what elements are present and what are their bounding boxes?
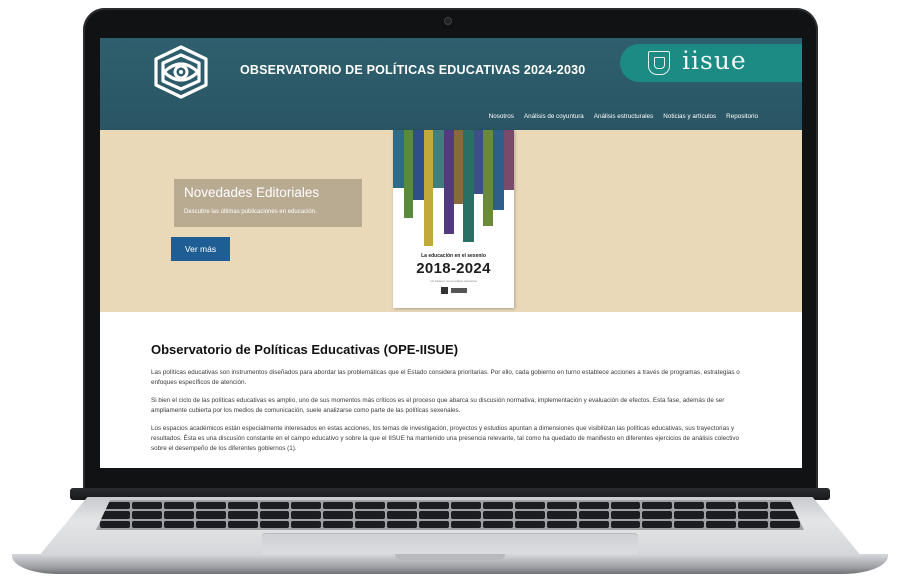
keyboard-key <box>195 511 226 519</box>
keyboard-key <box>323 520 354 528</box>
unam-crest-icon <box>648 51 670 75</box>
keyboard-key <box>450 511 481 519</box>
keyboard-key <box>450 520 481 528</box>
keyboard-key <box>578 520 609 528</box>
keyboard-key <box>195 520 226 528</box>
keyboard-key <box>770 520 800 528</box>
hero-title: Novedades Editoriales <box>184 185 320 200</box>
keyboard-key <box>674 511 705 519</box>
keyboard-key <box>738 502 769 510</box>
hero-banner: Novedades Editoriales Descubre las últim… <box>100 130 802 312</box>
keyboard-key <box>131 520 162 528</box>
book-publisher-logos-icon <box>441 287 467 294</box>
keyboard-key <box>450 502 481 510</box>
book-cover[interactable]: La educación en el sexenio 2018-2024 Un … <box>393 130 514 308</box>
iisue-wordmark: iisue <box>682 46 747 75</box>
keyboard-key <box>259 502 290 510</box>
keyboard-key <box>227 520 258 528</box>
keyboard-key <box>706 511 737 519</box>
trackpad <box>262 533 638 555</box>
keyboard-key <box>738 520 769 528</box>
site-header: OBSERVATORIO DE POLÍTICAS EDUCATIVAS 202… <box>100 38 802 130</box>
keyboard-key <box>291 502 322 510</box>
site-title: OBSERVATORIO DE POLÍTICAS EDUCATIVAS 202… <box>240 63 586 77</box>
keyboard-key <box>195 502 226 510</box>
keyboard-key <box>419 511 449 519</box>
nav-item-nosotros[interactable]: Nosotros <box>489 113 514 120</box>
book-caption: Un balance de la política educativa <box>430 279 477 283</box>
nav-item-noticias[interactable]: Noticias y artículos <box>663 113 716 120</box>
keyboard-key <box>546 511 577 519</box>
keyboard-key <box>163 520 194 528</box>
nav-item-analisis-estructurales[interactable]: Análisis estructurales <box>594 113 654 120</box>
keyboard-key <box>131 511 162 519</box>
keyboard-key <box>514 502 545 510</box>
webcam-icon <box>444 17 452 25</box>
ver-mas-button[interactable]: Ver más <box>171 237 230 261</box>
keyboard-key <box>355 520 386 528</box>
nav-item-repositorio[interactable]: Repositorio <box>726 113 758 120</box>
keyboard-key <box>610 511 641 519</box>
keyboard-key <box>259 511 290 519</box>
keyboard-key <box>291 511 322 519</box>
keyboard-key <box>738 511 769 519</box>
book-cover-art <box>393 130 514 246</box>
keyboard-key <box>419 502 449 510</box>
keyboard <box>96 500 804 530</box>
keyboard-key <box>770 511 800 519</box>
keyboard-key <box>227 502 258 510</box>
keyboard-key <box>163 502 194 510</box>
keyboard-key <box>482 502 513 510</box>
keyboard-key <box>227 511 258 519</box>
keyboard-key <box>100 511 130 519</box>
paragraph-3: Los espacios académicos están especialme… <box>151 425 740 452</box>
paragraph-1: Las políticas educativas son instrumento… <box>151 369 740 386</box>
page-title: Observatorio de Políticas Educativas (OP… <box>151 342 459 357</box>
browser-screen: OBSERVATORIO DE POLÍTICAS EDUCATIVAS 202… <box>100 38 802 468</box>
keyboard-key <box>546 520 577 528</box>
keyboard-key <box>674 520 705 528</box>
keyboard-key <box>482 520 513 528</box>
keyboard-key <box>419 520 449 528</box>
keyboard-key <box>355 502 386 510</box>
hero-subtitle: Descubre las últimas publicaciones en ed… <box>184 209 317 215</box>
keyboard-key <box>131 502 162 510</box>
book-years: 2018-2024 <box>416 260 491 277</box>
main-nav: Nosotros Análisis de coyuntura Análisis … <box>489 113 758 120</box>
eye-hexagon-logo-icon[interactable] <box>148 44 214 100</box>
keyboard-key <box>610 502 641 510</box>
keyboard-key <box>642 511 673 519</box>
keyboard-key <box>323 502 354 510</box>
book-label: La educación en el sexenio <box>421 253 486 259</box>
keyboard-key <box>259 520 290 528</box>
keyboard-key <box>642 502 673 510</box>
paragraph-2: Si bien el ciclo de las políticas educat… <box>151 397 725 414</box>
keyboard-key <box>100 520 130 528</box>
keyboard-key <box>706 502 737 510</box>
keyboard-key <box>514 511 545 519</box>
keyboard-key <box>674 502 705 510</box>
keyboard-key <box>610 520 641 528</box>
opening-notch <box>395 554 505 560</box>
partner-logos[interactable]: iisue <box>620 44 802 82</box>
hero-card: Novedades Editoriales Descubre las últim… <box>174 179 362 227</box>
keyboard-key <box>642 520 673 528</box>
keyboard-key <box>482 511 513 519</box>
keyboard-key <box>578 511 609 519</box>
keyboard-key <box>546 502 577 510</box>
nav-item-analisis-coyuntura[interactable]: Análisis de coyuntura <box>524 113 584 120</box>
keyboard-key <box>323 511 354 519</box>
keyboard-key <box>387 502 418 510</box>
keyboard-key <box>578 502 609 510</box>
keyboard-key <box>355 511 386 519</box>
main-content: Observatorio de Políticas Educativas (OP… <box>100 312 802 468</box>
keyboard-key <box>387 511 418 519</box>
keyboard-key <box>514 520 545 528</box>
keyboard-key <box>163 511 194 519</box>
keyboard-key <box>291 520 322 528</box>
keyboard-key <box>387 520 418 528</box>
keyboard-key <box>706 520 737 528</box>
